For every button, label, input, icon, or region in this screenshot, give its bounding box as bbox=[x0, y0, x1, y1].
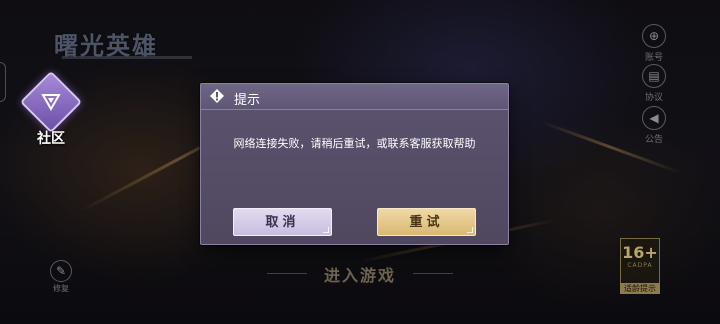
megaphone-icon: ◀ bbox=[642, 106, 666, 130]
dialog-message: 网络连接失败，请稍后重试，或联系客服获取帮助 bbox=[233, 137, 476, 150]
account-label: 账号 bbox=[644, 53, 663, 63]
age-rating-badge[interactable]: 16+ CADPA 适龄提示 bbox=[620, 238, 660, 294]
community-label: 社区 bbox=[37, 131, 65, 147]
retry-label: 重试 bbox=[409, 215, 444, 230]
document-icon: ▤ bbox=[642, 64, 666, 88]
cancel-label: 取消 bbox=[265, 215, 300, 230]
announcement-button[interactable]: ◀ 公告 bbox=[636, 106, 672, 145]
account-icon: ⊕ bbox=[642, 24, 666, 48]
agreement-button[interactable]: ▤ 协议 bbox=[636, 64, 672, 103]
agreement-label: 协议 bbox=[644, 93, 663, 103]
logo-underline bbox=[62, 56, 192, 59]
alert-dialog: 提示 网络连接失败，请稍后重试，或联系客服获取帮助 取消 重试 bbox=[200, 83, 509, 245]
triangle-icon bbox=[41, 94, 61, 112]
repair-button[interactable]: ✎ 修复 bbox=[48, 260, 74, 294]
corner-decoration bbox=[323, 227, 329, 233]
dialog-title: 提示 bbox=[234, 93, 261, 108]
age-rating-label: 适龄提示 bbox=[620, 283, 660, 294]
dialog-header: 提示 bbox=[201, 84, 508, 110]
announcement-label: 公告 bbox=[644, 135, 663, 145]
retry-button[interactable]: 重试 bbox=[377, 208, 476, 236]
account-button[interactable]: ⊕ 账号 bbox=[636, 24, 672, 63]
cancel-button[interactable]: 取消 bbox=[233, 208, 332, 236]
wrench-icon: ✎ bbox=[50, 260, 72, 282]
warning-icon bbox=[210, 89, 224, 103]
age-rating-org: CADPA bbox=[627, 262, 653, 269]
left-edge-tab[interactable] bbox=[0, 62, 6, 102]
enter-game-button[interactable]: 进入游戏 bbox=[267, 262, 453, 286]
age-rating-number: 16+ bbox=[622, 243, 658, 262]
repair-label: 修复 bbox=[53, 284, 69, 293]
corner-decoration bbox=[467, 227, 473, 233]
community-button[interactable]: 社区 bbox=[18, 70, 84, 150]
